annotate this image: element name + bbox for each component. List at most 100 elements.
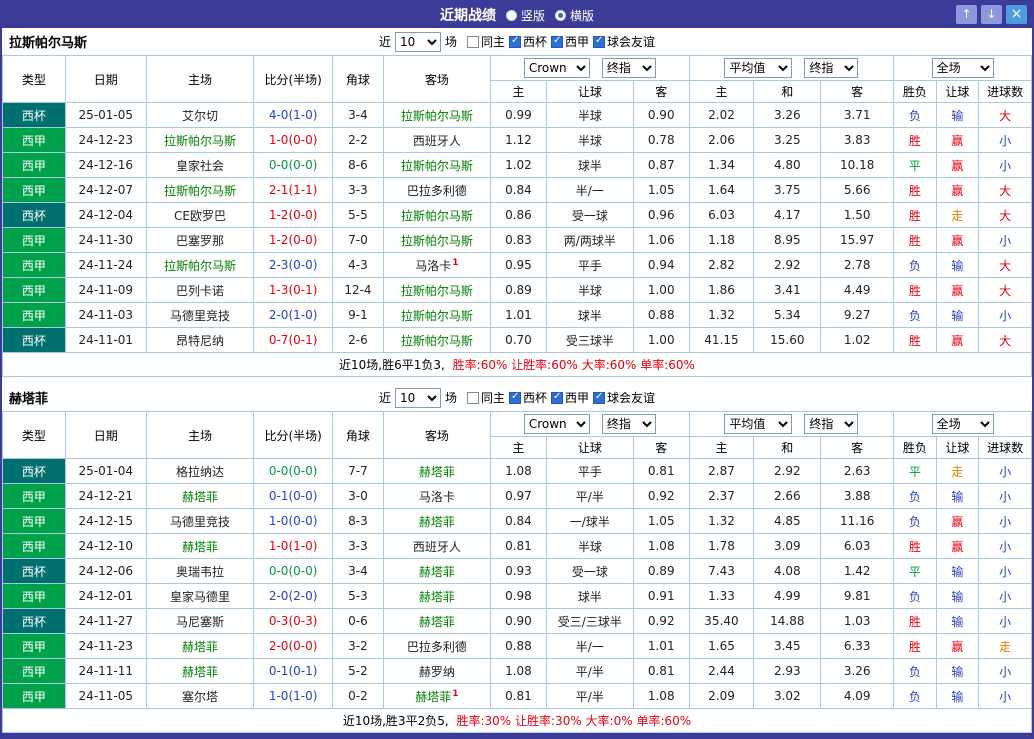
home-team[interactable]: 奥瑞韦拉: [145, 558, 255, 584]
home-team[interactable]: 艾尔切: [145, 102, 255, 128]
away-team[interactable]: 赫罗纳: [382, 658, 492, 684]
close-button[interactable]: ×: [1006, 5, 1027, 24]
home-team-name: 拉斯帕尔马斯: [163, 133, 236, 148]
home-team[interactable]: 皇家社会: [145, 152, 255, 178]
away-team[interactable]: 巴拉多利德: [382, 177, 492, 203]
result-goals: 小: [978, 227, 1032, 253]
fullmatch-select[interactable]: 全场: [931, 414, 994, 434]
home-team-name: 皇家社会: [175, 158, 224, 173]
filter-controls: 近 10 场 同主 西杯 西甲 球会友谊: [379, 387, 655, 408]
filter-friendly[interactable]: 球会友谊: [593, 33, 655, 50]
subcol-winloss: 胜负: [893, 436, 937, 459]
home-team[interactable]: 皇家马德里: [145, 583, 255, 609]
bookmaker-select[interactable]: Crown: [523, 414, 590, 434]
away-team[interactable]: 赫塔菲: [382, 458, 492, 484]
filter-friendly[interactable]: 球会友谊: [593, 389, 655, 406]
average-odds-header: 平均值 终指: [688, 411, 895, 437]
home-team[interactable]: 格拉纳达: [145, 458, 255, 484]
home-team[interactable]: 赫塔菲: [145, 533, 255, 559]
filter-controls: 近 10 场 同主 西杯 西甲 球会友谊: [378, 31, 655, 52]
home-team[interactable]: 拉斯帕尔马斯: [145, 127, 255, 153]
filter-laliga[interactable]: 西甲: [551, 33, 589, 50]
home-team[interactable]: 赫塔菲: [145, 483, 255, 509]
handicap-home-odds: 0.70: [490, 327, 547, 353]
results-table: 类型 日期 主场 比分(半场) 角球 客场 Crown 终指 平均值 终指 全场…: [2, 55, 1032, 377]
league-type-cell: 西杯: [2, 608, 66, 634]
result-goals: 小: [978, 683, 1032, 709]
filter-bar: 赫塔菲 近 10 场 同主 西杯 西甲 球会友谊: [2, 384, 1032, 411]
home-team[interactable]: 赫塔菲: [145, 633, 255, 659]
match-date: 24-12-01: [64, 583, 147, 609]
home-team[interactable]: 昂特尼纳: [145, 327, 255, 353]
col-type: 类型: [2, 411, 66, 459]
handicap-time-select[interactable]: 终指: [601, 414, 656, 434]
layout-radio-vertical[interactable]: 竖版: [505, 7, 545, 24]
avg-away-odds: 6.03: [820, 533, 895, 559]
away-team[interactable]: 拉斯帕尔马斯: [382, 302, 492, 328]
away-team[interactable]: 拉斯帕尔马斯: [382, 152, 492, 178]
result-handicap: 走: [935, 202, 980, 228]
match-count-select[interactable]: 10: [394, 31, 441, 52]
away-team[interactable]: 西班牙人: [382, 127, 492, 153]
match-row: 西甲 24-11-23 赫塔菲 2-0(0-0) 3-2 巴拉多利德 0.88 …: [2, 633, 1032, 659]
corner-cell: 3-0: [332, 483, 384, 509]
avg-draw-odds: 2.92: [753, 252, 822, 278]
average-select[interactable]: 平均值: [724, 414, 793, 434]
home-team[interactable]: 巴塞罗那: [145, 227, 255, 253]
handicap-away-odds: 0.91: [632, 583, 690, 609]
result-goals: 小: [978, 483, 1032, 509]
result-goals: 小: [978, 152, 1032, 178]
fullmatch-select[interactable]: 全场: [931, 58, 994, 78]
away-team[interactable]: 拉斯帕尔马斯: [382, 327, 492, 353]
away-team[interactable]: 西班牙人: [382, 533, 492, 559]
home-team[interactable]: 巴列卡诺: [145, 277, 255, 303]
away-team[interactable]: 拉斯帕尔马斯: [382, 227, 492, 253]
bookmaker-select[interactable]: Crown: [523, 58, 590, 78]
away-team[interactable]: 赫塔菲: [382, 558, 492, 584]
away-team[interactable]: 赫塔菲: [382, 608, 492, 634]
home-team[interactable]: 塞尔塔: [145, 683, 255, 709]
average-time-select[interactable]: 终指: [804, 58, 859, 78]
away-team[interactable]: 赫塔菲: [382, 508, 492, 534]
avg-home-odds: 1.33: [688, 583, 755, 609]
checkbox-label: 同主: [480, 35, 505, 49]
match-count-select[interactable]: 10: [394, 387, 441, 408]
away-team[interactable]: 拉斯帕尔马斯: [382, 102, 492, 128]
checkbox-label: 西甲: [565, 391, 590, 405]
filter-same-home[interactable]: 同主: [466, 389, 505, 406]
radio-label: 横版: [570, 8, 595, 23]
average-select[interactable]: 平均值: [724, 58, 793, 78]
away-team[interactable]: 巴拉多利德: [382, 633, 492, 659]
away-team[interactable]: 赫塔菲: [382, 583, 492, 609]
layout-radio-horizontal[interactable]: 横版: [555, 7, 594, 24]
page-title: 近期战绩: [439, 8, 496, 24]
handicap-odds-header: Crown 终指: [490, 55, 690, 81]
checkbox-label: 西杯: [523, 35, 548, 49]
away-team[interactable]: 拉斯帕尔马斯: [382, 277, 492, 303]
away-team[interactable]: 赫塔菲1: [382, 683, 492, 709]
recent-label: 近: [378, 35, 391, 49]
handicap-time-select[interactable]: 终指: [601, 58, 656, 78]
home-team[interactable]: 拉斯帕尔马斯: [145, 252, 255, 278]
home-team[interactable]: 马德里竞技: [145, 302, 255, 328]
filter-copa[interactable]: 西杯: [509, 389, 547, 406]
home-team[interactable]: 马尼塞斯: [145, 608, 255, 634]
home-team[interactable]: 马德里竞技: [145, 508, 255, 534]
home-team[interactable]: 拉斯帕尔马斯: [145, 177, 255, 203]
away-team[interactable]: 拉斯帕尔马斯: [382, 202, 492, 228]
home-team[interactable]: CE欧罗巴: [145, 202, 255, 228]
games-label: 场: [444, 35, 457, 49]
filter-copa[interactable]: 西杯: [509, 33, 547, 50]
scroll-up-button[interactable]: ↑: [956, 5, 977, 24]
avg-draw-odds: 8.95: [753, 227, 822, 253]
subcol-handicap-line: 让球: [545, 80, 634, 103]
filter-laliga[interactable]: 西甲: [551, 389, 589, 406]
scroll-down-button[interactable]: ↓: [981, 5, 1002, 24]
avg-away-odds: 11.16: [820, 508, 895, 534]
handicap-line: 半球: [545, 533, 634, 559]
away-team[interactable]: 马洛卡: [382, 483, 492, 509]
filter-same-home[interactable]: 同主: [466, 33, 505, 50]
average-time-select[interactable]: 终指: [804, 414, 859, 434]
away-team[interactable]: 马洛卡1: [382, 252, 492, 278]
home-team[interactable]: 赫塔菲: [145, 658, 255, 684]
